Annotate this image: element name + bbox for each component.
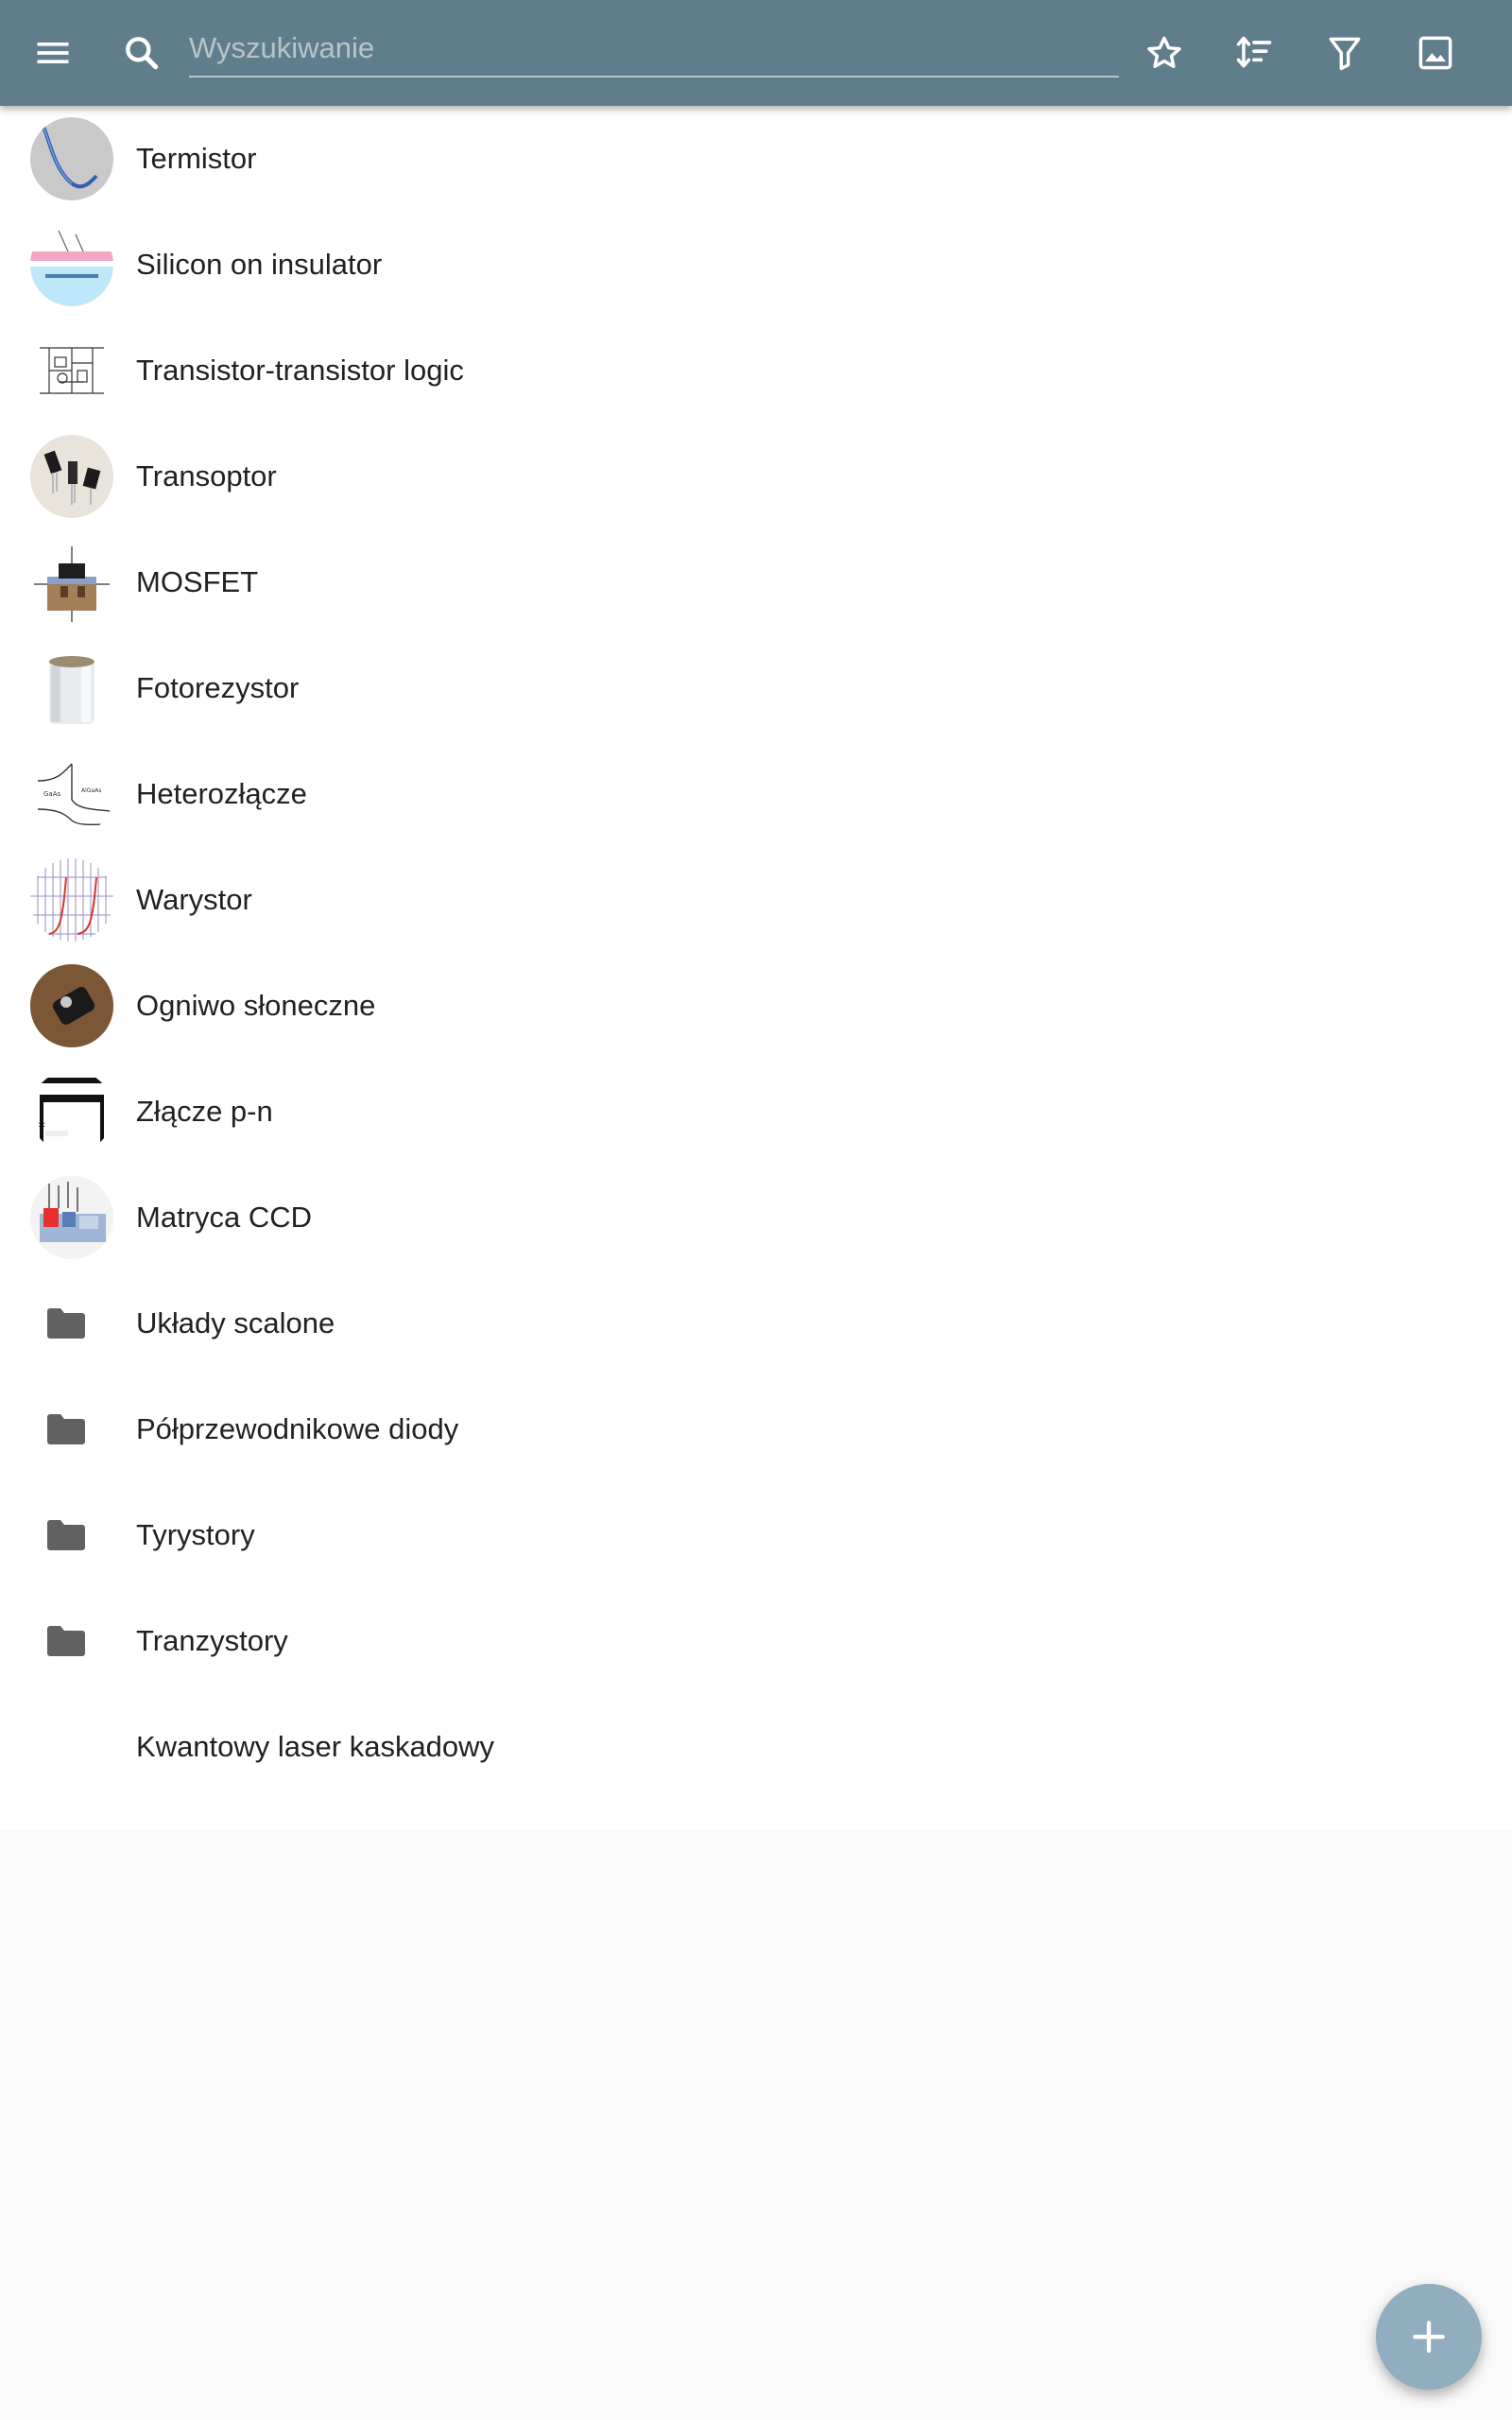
transistor-transistor-logic-thumbnail bbox=[30, 329, 113, 412]
list-item-label: Termistor bbox=[136, 142, 257, 175]
menu-button[interactable] bbox=[19, 19, 87, 87]
transoptor-thumbnail bbox=[30, 435, 113, 518]
mosfet-thumbnail bbox=[30, 541, 113, 624]
list-item[interactable]: GaAs AlGaAs Heterozłącze bbox=[0, 741, 1512, 847]
search-button[interactable] bbox=[108, 19, 176, 87]
list-item[interactable]: Transistor-transistor logic bbox=[0, 318, 1512, 424]
list-item-folder[interactable]: Tranzystory bbox=[0, 1588, 1512, 1694]
list-item[interactable]: Matryca CCD bbox=[0, 1165, 1512, 1270]
silicon-on-insulator-thumbnail bbox=[30, 223, 113, 306]
list-item[interactable]: ± Złącze p-n bbox=[0, 1059, 1512, 1165]
filter-icon bbox=[1329, 37, 1361, 71]
list-item-label: MOSFET bbox=[136, 565, 259, 598]
list-item-label: Transoptor bbox=[136, 459, 277, 493]
list-item[interactable]: Warystor bbox=[0, 847, 1512, 953]
image-icon bbox=[1418, 36, 1452, 70]
list-item[interactable]: Silicon on insulator bbox=[0, 212, 1512, 318]
svg-text:±: ± bbox=[38, 1119, 45, 1130]
folder-icon bbox=[43, 1301, 89, 1346]
menu-icon bbox=[37, 43, 69, 63]
matryca-ccd-thumbnail bbox=[30, 1176, 113, 1259]
image-toggle-button[interactable] bbox=[1401, 19, 1469, 87]
zlacze-p-n-thumbnail: ± bbox=[30, 1070, 113, 1153]
list-item-label: Fotorezystor bbox=[136, 671, 300, 704]
svg-text:AlGaAs: AlGaAs bbox=[81, 787, 101, 794]
list-item[interactable]: MOSFET bbox=[0, 529, 1512, 635]
plus-icon bbox=[1413, 2321, 1445, 2353]
list-item-label: Złącze p-n bbox=[136, 1095, 273, 1128]
list-item[interactable]: Ogniwo słoneczne bbox=[0, 953, 1512, 1059]
sort-icon bbox=[1236, 36, 1272, 68]
list-item-label: Tranzystory bbox=[136, 1624, 288, 1657]
search-field bbox=[189, 21, 1119, 78]
list-item-folder[interactable]: Półprzewodnikowe diody bbox=[0, 1376, 1512, 1482]
list-item-label: Kwantowy laser kaskadowy bbox=[136, 1730, 495, 1763]
list-item-label: Transistor-transistor logic bbox=[136, 354, 464, 387]
search-icon bbox=[126, 37, 159, 70]
warystor-thumbnail bbox=[30, 858, 113, 942]
list-item-folder[interactable]: Tyrystory bbox=[0, 1482, 1512, 1588]
list-item[interactable]: Kwantowy laser kaskadowy bbox=[0, 1694, 1512, 1800]
list-item[interactable]: Fotorezystor bbox=[0, 635, 1512, 741]
svg-text:GaAs: GaAs bbox=[43, 790, 61, 798]
list-item-label: Ogniwo słoneczne bbox=[136, 989, 376, 1022]
folder-icon bbox=[43, 1618, 89, 1664]
sort-button[interactable] bbox=[1220, 19, 1288, 87]
termistor-thumbnail bbox=[30, 117, 113, 200]
favorites-button[interactable] bbox=[1130, 19, 1198, 87]
ogniwo-sloneczne-thumbnail bbox=[30, 964, 113, 1047]
star-outline-icon bbox=[1147, 36, 1181, 69]
list-item-label: Układy scalone bbox=[136, 1306, 335, 1340]
list-item[interactable]: Termistor bbox=[0, 106, 1512, 212]
search-input[interactable] bbox=[189, 21, 1119, 76]
list-item-label: Tyrystory bbox=[136, 1518, 255, 1551]
list-item-label: Półprzewodnikowe diody bbox=[136, 1412, 459, 1445]
article-list: Termistor Silicon on insulator Transisto… bbox=[0, 66, 1512, 1830]
filter-button[interactable] bbox=[1311, 19, 1379, 87]
add-button[interactable] bbox=[1376, 2284, 1482, 2390]
list-item-label: Matryca CCD bbox=[136, 1201, 313, 1234]
list-item-folder[interactable]: Układy scalone bbox=[0, 1270, 1512, 1376]
folder-icon bbox=[43, 1407, 89, 1452]
list-item-label: Warystor bbox=[136, 883, 252, 916]
list-item[interactable]: Transoptor bbox=[0, 424, 1512, 529]
heterozlacze-thumbnail: GaAs AlGaAs bbox=[30, 752, 113, 836]
fotorezystor-thumbnail bbox=[30, 647, 113, 730]
app-toolbar bbox=[0, 0, 1512, 106]
list-item-label: Silicon on insulator bbox=[136, 248, 383, 281]
list-item-label: Heterozłącze bbox=[136, 777, 307, 810]
folder-icon bbox=[43, 1512, 89, 1558]
